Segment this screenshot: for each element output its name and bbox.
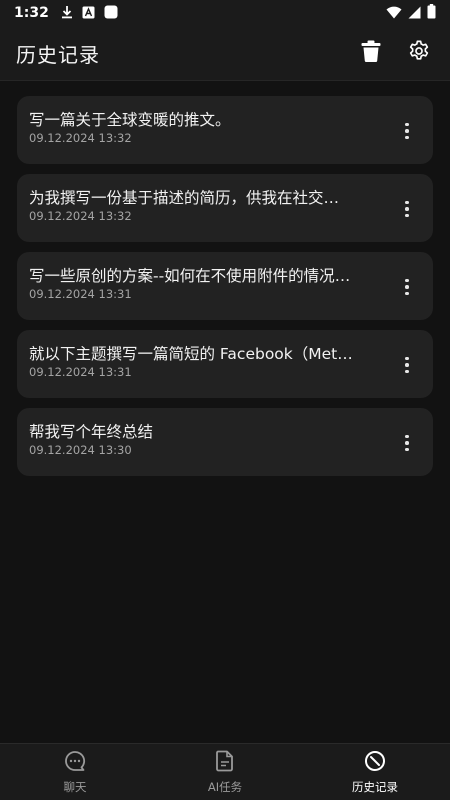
more-vert-icon <box>405 122 409 140</box>
history-item-title: 就以下主题撰写一篇简短的 Facebook（Met… <box>29 345 353 363</box>
nav-label: AI任务 <box>207 779 243 794</box>
history-item-date: 09.12.2024 13:32 <box>29 131 132 145</box>
history-item-title: 帮我写个年终总结 <box>29 423 154 441</box>
more-options-button[interactable] <box>397 198 417 220</box>
history-icon <box>364 750 386 776</box>
history-item[interactable]: 就以下主题撰写一篇简短的 Facebook（Met… 09.12.2024 13… <box>17 330 433 398</box>
history-item-date: 09.12.2024 13:30 <box>29 443 132 457</box>
settings-button[interactable] <box>404 38 434 68</box>
history-item-date: 09.12.2024 13:31 <box>29 365 132 379</box>
more-vert-icon <box>405 356 409 374</box>
app-bar-actions <box>356 38 434 68</box>
screen: 1:32 历史记录 写一篇关于全球变暖的推文。 09.12.2024 13:32… <box>0 0 450 800</box>
more-options-button[interactable] <box>397 276 417 298</box>
delete-history-button[interactable] <box>356 38 386 68</box>
history-item[interactable]: 写一些原创的方案--如何在不使用附件的情况… 09.12.2024 13:31 <box>17 252 433 320</box>
history-item-title: 为我撰写一份基于描述的简历，供我在社交… <box>29 189 340 207</box>
gear-icon <box>408 40 430 66</box>
trash-icon <box>361 40 381 66</box>
history-item-title: 写一篇关于全球变暖的推文。 <box>29 111 231 129</box>
app-a-icon <box>82 4 95 23</box>
document-icon <box>215 750 235 776</box>
history-item-date: 09.12.2024 13:31 <box>29 287 132 301</box>
history-item-date: 09.12.2024 13:32 <box>29 209 132 223</box>
more-options-button[interactable] <box>397 354 417 376</box>
signal-icon <box>408 4 421 23</box>
nav-label: 聊天 <box>63 779 87 794</box>
status-system-icons <box>386 3 436 23</box>
status-time: 1:32 <box>14 5 49 21</box>
more-options-button[interactable] <box>397 432 417 454</box>
history-item[interactable]: 帮我写个年终总结 09.12.2024 13:30 <box>17 408 433 476</box>
more-vert-icon <box>405 434 409 452</box>
chat-icon <box>64 750 86 776</box>
battery-icon <box>427 3 436 23</box>
app-bar: 历史记录 <box>0 26 450 81</box>
status-bar: 1:32 <box>0 0 450 26</box>
download-icon <box>61 4 73 23</box>
more-vert-icon <box>405 278 409 296</box>
history-list: 写一篇关于全球变暖的推文。 09.12.2024 13:32 为我撰写一份基于描… <box>0 82 450 486</box>
status-notification-icons <box>61 4 118 23</box>
history-item-title: 写一些原创的方案--如何在不使用附件的情况… <box>29 267 351 285</box>
nav-item-chat[interactable]: 聊天 <box>0 744 150 800</box>
history-item[interactable]: 写一篇关于全球变暖的推文。 09.12.2024 13:32 <box>17 96 433 164</box>
nav-item-ai-tasks[interactable]: AI任务 <box>150 744 300 800</box>
bottom-nav: 聊天 AI任务 历史记录 <box>0 743 450 800</box>
page-title: 历史记录 <box>16 42 100 67</box>
more-vert-icon <box>405 200 409 218</box>
history-item[interactable]: 为我撰写一份基于描述的简历，供我在社交… 09.12.2024 13:32 <box>17 174 433 242</box>
app-square-icon <box>104 4 118 23</box>
nav-item-history[interactable]: 历史记录 <box>300 744 450 800</box>
wifi-icon <box>386 4 402 23</box>
more-options-button[interactable] <box>397 120 417 142</box>
nav-label: 历史记录 <box>352 779 398 794</box>
